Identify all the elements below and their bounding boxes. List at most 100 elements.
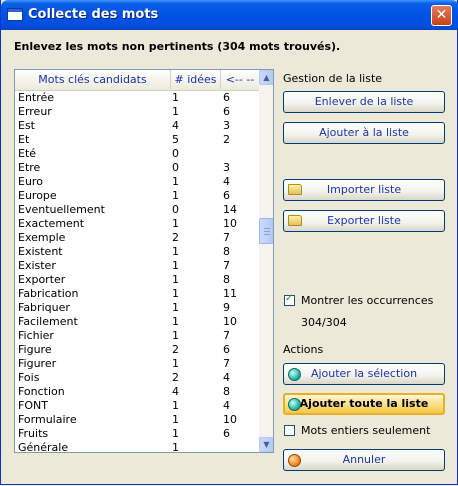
occurrence-cell: 7 — [223, 231, 230, 244]
ideas-count-cell: 5 — [172, 133, 179, 146]
add-selection-label: Ajouter la sélection — [310, 367, 418, 380]
list-item[interactable]: Existent 1 8 — [15, 245, 259, 259]
keyword-cell: Figurer — [18, 357, 57, 370]
list-item[interactable]: Entrée 1 6 — [15, 91, 259, 105]
title-bar[interactable]: Collecte des mots ✕ — [1, 0, 458, 30]
ideas-count-cell: 0 — [172, 203, 179, 216]
keyword-cell: Entrée — [18, 91, 55, 104]
add-all-label: Ajouter toute la liste — [299, 397, 429, 410]
occurrence-cell: 8 — [223, 245, 230, 258]
occurrence-cell: 3 — [223, 119, 230, 132]
ideas-count-cell: 2 — [172, 371, 179, 384]
occurrence-cell: 2 — [223, 133, 230, 146]
occurrence-cell: 6 — [223, 91, 230, 104]
ideas-count-cell: 1 — [172, 315, 179, 328]
list-item[interactable]: Fruits 1 6 — [15, 427, 259, 441]
list-item[interactable]: Eventuellement 0 14 — [15, 203, 259, 217]
list-item[interactable]: Euro 1 4 — [15, 175, 259, 189]
ideas-count-cell: 0 — [172, 161, 179, 174]
list-item[interactable]: Figurer 1 7 — [15, 357, 259, 371]
show-occurrences-label[interactable]: Montrer les occurrences — [301, 294, 433, 307]
keyword-cell: Eventuellement — [18, 203, 105, 216]
keyword-cell: Erreur — [18, 105, 52, 118]
list-item[interactable]: FONT 1 4 — [15, 399, 259, 413]
occurrence-cell: 6 — [223, 189, 230, 202]
list-management-label: Gestion de la liste — [283, 72, 383, 85]
list-item[interactable]: Exactement 1 10 — [15, 217, 259, 231]
column-header-occurrences[interactable]: <-- -- — [221, 70, 259, 89]
occurrence-cell: 10 — [223, 217, 237, 230]
list-item[interactable]: Etre 0 3 — [15, 161, 259, 175]
list-item[interactable]: Europe 1 6 — [15, 189, 259, 203]
keyword-cell: Est — [18, 119, 35, 132]
ideas-count-cell: 1 — [172, 91, 179, 104]
import-list-button[interactable]: Importer liste — [283, 179, 445, 201]
occurrence-cell: 10 — [223, 413, 237, 426]
list-item[interactable]: Eté 0 — [15, 147, 259, 161]
occurrence-cell: 4 — [223, 399, 230, 412]
list-item[interactable]: Exemple 2 7 — [15, 231, 259, 245]
list-item[interactable]: Est 4 3 — [15, 119, 259, 133]
window-title: Collecte des mots — [28, 7, 159, 22]
list-item[interactable]: Exister 1 7 — [15, 259, 259, 273]
list-item[interactable]: Fichier 1 7 — [15, 329, 259, 343]
list-item[interactable]: Erreur 1 6 — [15, 105, 259, 119]
list-item[interactable]: Exporter 1 8 — [15, 273, 259, 287]
teal-orb-icon — [288, 398, 301, 411]
show-occurrences-checkbox[interactable] — [284, 293, 295, 306]
list-item[interactable]: Générale 1 — [15, 441, 259, 453]
list-item[interactable]: Facilement 1 10 — [15, 315, 259, 329]
occurrence-cell: 14 — [223, 203, 237, 216]
list-item[interactable]: Et 5 2 — [15, 133, 259, 147]
occurrence-count: 304/304 — [301, 316, 347, 329]
list-item[interactable]: Fois 2 4 — [15, 371, 259, 385]
keyword-cell: Fichier — [18, 329, 54, 342]
occurrence-cell: 7 — [223, 357, 230, 370]
scroll-down-button[interactable]: ▼ — [259, 437, 273, 452]
ideas-count-cell: 1 — [172, 273, 179, 286]
keyword-cell: Générale — [18, 441, 69, 453]
scroll-up-button[interactable]: ▲ — [259, 70, 273, 85]
list-item[interactable]: Figure 2 6 — [15, 343, 259, 357]
remove-from-list-button[interactable]: Enlever de la liste — [283, 91, 445, 113]
vertical-scrollbar[interactable]: ▲ ▼ — [259, 70, 273, 452]
keyword-cell: Formulaire — [18, 413, 77, 426]
keyword-cell: Exister — [18, 259, 56, 272]
occurrence-cell: 6 — [223, 427, 230, 440]
ideas-count-cell: 1 — [172, 245, 179, 258]
cancel-button[interactable]: Annuler — [283, 449, 445, 471]
list-rows: Entrée 1 6 Erreur 1 6 Est 4 3 Et 5 2 Eté 0 Etre 0 3 Euro 1… — [15, 91, 259, 453]
column-header-keywords[interactable]: Mots clés candidats — [15, 70, 171, 89]
keyword-list[interactable]: Mots clés candidats # idées <-- -- Entré… — [14, 69, 274, 453]
keyword-cell: Fabriquer — [18, 301, 70, 314]
ideas-count-cell: 4 — [172, 119, 179, 132]
occurrence-cell: 8 — [223, 273, 230, 286]
close-button[interactable]: ✕ — [431, 5, 452, 26]
whole-words-checkbox[interactable] — [284, 425, 295, 436]
keyword-cell: Figure — [18, 343, 52, 356]
keyword-cell: Existent — [18, 245, 63, 258]
ideas-count-cell: 1 — [172, 301, 179, 314]
add-selection-button[interactable]: Ajouter la sélection — [283, 363, 445, 385]
list-item[interactable]: Fabriquer 1 9 — [15, 301, 259, 315]
occurrence-cell: 4 — [223, 371, 230, 384]
export-list-button[interactable]: Exporter liste — [283, 210, 445, 232]
list-item[interactable]: Fabrication 1 11 — [15, 287, 259, 301]
column-header-ideas[interactable]: # idées — [171, 70, 221, 89]
keyword-cell: Exemple — [18, 231, 66, 244]
list-header: Mots clés candidats # idées <-- -- — [15, 70, 259, 91]
occurrence-cell: 8 — [223, 385, 230, 398]
scroll-thumb[interactable] — [259, 218, 273, 244]
list-item[interactable]: Formulaire 1 10 — [15, 413, 259, 427]
ideas-count-cell: 4 — [172, 385, 179, 398]
list-item[interactable]: Fonction 4 8 — [15, 385, 259, 399]
whole-words-label[interactable]: Mots entiers seulement — [301, 424, 430, 437]
folder-icon — [288, 215, 302, 226]
occurrence-cell: 11 — [223, 287, 237, 300]
occurrence-cell: 4 — [223, 175, 230, 188]
ideas-count-cell: 2 — [172, 343, 179, 356]
export-list-label: Exporter liste — [327, 214, 401, 227]
add-to-list-button[interactable]: Ajouter à la liste — [283, 122, 445, 144]
occurrence-cell: 7 — [223, 329, 230, 342]
add-all-button[interactable]: Ajouter toute la liste — [283, 393, 445, 415]
